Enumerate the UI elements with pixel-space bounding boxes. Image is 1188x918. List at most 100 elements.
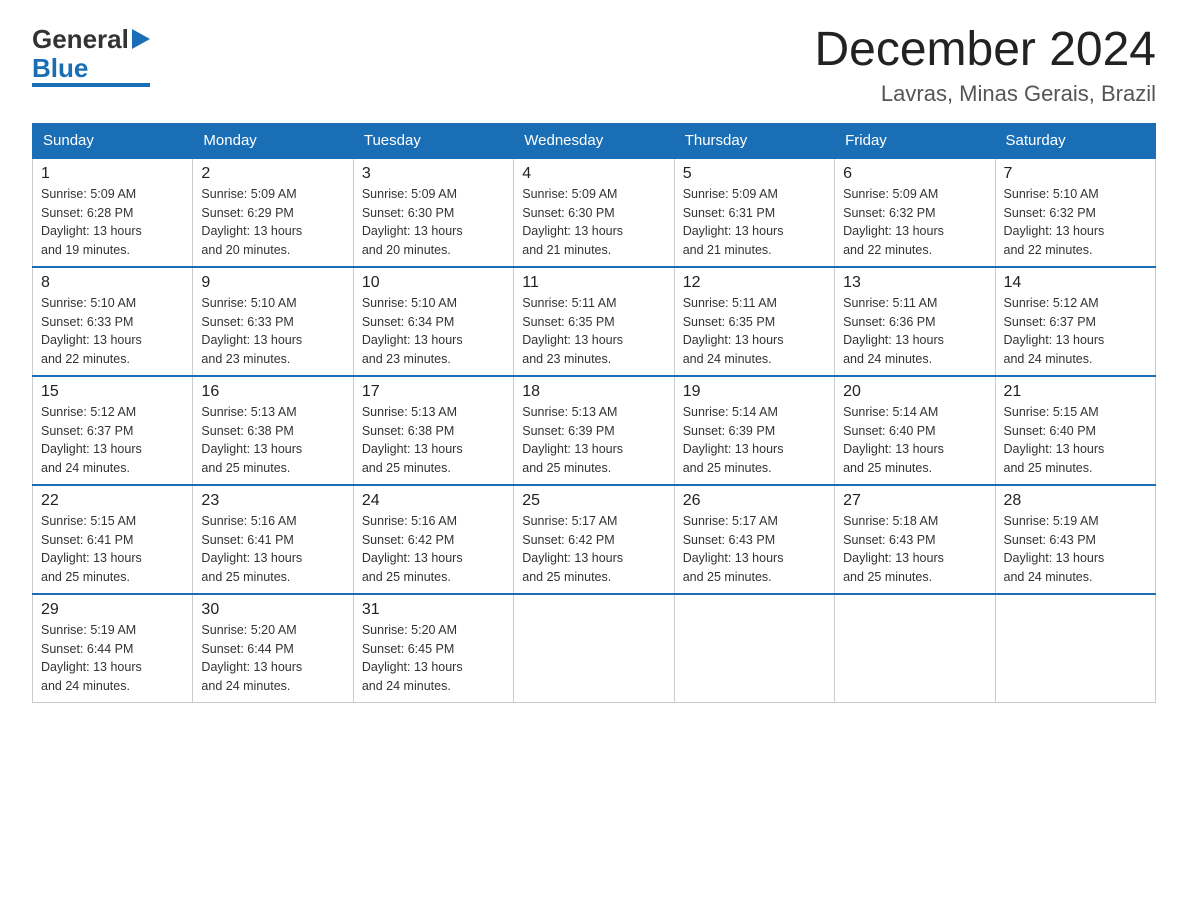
day-info: Sunrise: 5:09 AMSunset: 6:30 PMDaylight:… — [522, 185, 665, 260]
day-info: Sunrise: 5:09 AMSunset: 6:29 PMDaylight:… — [201, 185, 344, 260]
day-number: 3 — [362, 165, 505, 183]
table-row — [835, 594, 995, 703]
table-row — [674, 594, 834, 703]
table-row: 10 Sunrise: 5:10 AMSunset: 6:34 PMDaylig… — [353, 267, 513, 376]
day-info: Sunrise: 5:12 AMSunset: 6:37 PMDaylight:… — [41, 403, 184, 478]
day-number: 28 — [1004, 492, 1147, 510]
day-info: Sunrise: 5:13 AMSunset: 6:38 PMDaylight:… — [201, 403, 344, 478]
table-row: 28 Sunrise: 5:19 AMSunset: 6:43 PMDaylig… — [995, 485, 1155, 594]
table-row: 2 Sunrise: 5:09 AMSunset: 6:29 PMDayligh… — [193, 158, 353, 267]
day-info: Sunrise: 5:20 AMSunset: 6:45 PMDaylight:… — [362, 621, 505, 696]
table-row: 14 Sunrise: 5:12 AMSunset: 6:37 PMDaylig… — [995, 267, 1155, 376]
table-row — [514, 594, 674, 703]
day-info: Sunrise: 5:09 AMSunset: 6:28 PMDaylight:… — [41, 185, 184, 260]
day-number: 2 — [201, 165, 344, 183]
day-number: 16 — [201, 383, 344, 401]
table-row: 3 Sunrise: 5:09 AMSunset: 6:30 PMDayligh… — [353, 158, 513, 267]
day-number: 27 — [843, 492, 986, 510]
table-row: 17 Sunrise: 5:13 AMSunset: 6:38 PMDaylig… — [353, 376, 513, 485]
table-row: 19 Sunrise: 5:14 AMSunset: 6:39 PMDaylig… — [674, 376, 834, 485]
day-info: Sunrise: 5:20 AMSunset: 6:44 PMDaylight:… — [201, 621, 344, 696]
table-row: 9 Sunrise: 5:10 AMSunset: 6:33 PMDayligh… — [193, 267, 353, 376]
table-row: 8 Sunrise: 5:10 AMSunset: 6:33 PMDayligh… — [33, 267, 193, 376]
day-info: Sunrise: 5:19 AMSunset: 6:44 PMDaylight:… — [41, 621, 184, 696]
calendar-week-row: 15 Sunrise: 5:12 AMSunset: 6:37 PMDaylig… — [33, 376, 1156, 485]
page-subtitle: Lavras, Minas Gerais, Brazil — [814, 81, 1156, 107]
day-number: 11 — [522, 274, 665, 292]
day-info: Sunrise: 5:10 AMSunset: 6:33 PMDaylight:… — [41, 294, 184, 369]
logo-triangle-icon — [132, 29, 150, 54]
day-number: 1 — [41, 165, 184, 183]
day-info: Sunrise: 5:17 AMSunset: 6:42 PMDaylight:… — [522, 512, 665, 587]
day-number: 15 — [41, 383, 184, 401]
table-row: 30 Sunrise: 5:20 AMSunset: 6:44 PMDaylig… — [193, 594, 353, 703]
day-number: 8 — [41, 274, 184, 292]
table-row: 13 Sunrise: 5:11 AMSunset: 6:36 PMDaylig… — [835, 267, 995, 376]
col-saturday: Saturday — [995, 123, 1155, 158]
table-row: 6 Sunrise: 5:09 AMSunset: 6:32 PMDayligh… — [835, 158, 995, 267]
table-row: 12 Sunrise: 5:11 AMSunset: 6:35 PMDaylig… — [674, 267, 834, 376]
table-row: 23 Sunrise: 5:16 AMSunset: 6:41 PMDaylig… — [193, 485, 353, 594]
logo-underline — [32, 83, 150, 87]
table-row: 29 Sunrise: 5:19 AMSunset: 6:44 PMDaylig… — [33, 594, 193, 703]
table-row: 18 Sunrise: 5:13 AMSunset: 6:39 PMDaylig… — [514, 376, 674, 485]
day-number: 23 — [201, 492, 344, 510]
table-row: 31 Sunrise: 5:20 AMSunset: 6:45 PMDaylig… — [353, 594, 513, 703]
calendar-week-row: 22 Sunrise: 5:15 AMSunset: 6:41 PMDaylig… — [33, 485, 1156, 594]
col-thursday: Thursday — [674, 123, 834, 158]
page-title: December 2024 — [814, 24, 1156, 77]
col-sunday: Sunday — [33, 123, 193, 158]
day-number: 7 — [1004, 165, 1147, 183]
day-number: 26 — [683, 492, 826, 510]
day-number: 21 — [1004, 383, 1147, 401]
day-info: Sunrise: 5:16 AMSunset: 6:42 PMDaylight:… — [362, 512, 505, 587]
day-number: 30 — [201, 601, 344, 619]
table-row: 20 Sunrise: 5:14 AMSunset: 6:40 PMDaylig… — [835, 376, 995, 485]
day-info: Sunrise: 5:13 AMSunset: 6:39 PMDaylight:… — [522, 403, 665, 478]
day-info: Sunrise: 5:16 AMSunset: 6:41 PMDaylight:… — [201, 512, 344, 587]
day-number: 19 — [683, 383, 826, 401]
day-info: Sunrise: 5:14 AMSunset: 6:40 PMDaylight:… — [843, 403, 986, 478]
day-info: Sunrise: 5:14 AMSunset: 6:39 PMDaylight:… — [683, 403, 826, 478]
day-number: 18 — [522, 383, 665, 401]
col-friday: Friday — [835, 123, 995, 158]
table-row: 22 Sunrise: 5:15 AMSunset: 6:41 PMDaylig… — [33, 485, 193, 594]
day-number: 29 — [41, 601, 184, 619]
table-row: 27 Sunrise: 5:18 AMSunset: 6:43 PMDaylig… — [835, 485, 995, 594]
table-row: 1 Sunrise: 5:09 AMSunset: 6:28 PMDayligh… — [33, 158, 193, 267]
logo-text-blue: Blue — [32, 55, 88, 81]
table-row: 11 Sunrise: 5:11 AMSunset: 6:35 PMDaylig… — [514, 267, 674, 376]
day-info: Sunrise: 5:17 AMSunset: 6:43 PMDaylight:… — [683, 512, 826, 587]
day-number: 20 — [843, 383, 986, 401]
logo: General Blue — [32, 24, 150, 87]
day-number: 22 — [41, 492, 184, 510]
table-row: 15 Sunrise: 5:12 AMSunset: 6:37 PMDaylig… — [33, 376, 193, 485]
day-info: Sunrise: 5:12 AMSunset: 6:37 PMDaylight:… — [1004, 294, 1147, 369]
day-info: Sunrise: 5:19 AMSunset: 6:43 PMDaylight:… — [1004, 512, 1147, 587]
day-info: Sunrise: 5:13 AMSunset: 6:38 PMDaylight:… — [362, 403, 505, 478]
logo-text-general: General — [32, 24, 129, 55]
day-info: Sunrise: 5:09 AMSunset: 6:30 PMDaylight:… — [362, 185, 505, 260]
table-row: 7 Sunrise: 5:10 AMSunset: 6:32 PMDayligh… — [995, 158, 1155, 267]
day-number: 24 — [362, 492, 505, 510]
day-number: 12 — [683, 274, 826, 292]
day-info: Sunrise: 5:15 AMSunset: 6:41 PMDaylight:… — [41, 512, 184, 587]
day-number: 25 — [522, 492, 665, 510]
day-number: 6 — [843, 165, 986, 183]
calendar-table: Sunday Monday Tuesday Wednesday Thursday… — [32, 123, 1156, 703]
day-info: Sunrise: 5:10 AMSunset: 6:33 PMDaylight:… — [201, 294, 344, 369]
table-row: 16 Sunrise: 5:13 AMSunset: 6:38 PMDaylig… — [193, 376, 353, 485]
day-info: Sunrise: 5:15 AMSunset: 6:40 PMDaylight:… — [1004, 403, 1147, 478]
calendar-week-row: 29 Sunrise: 5:19 AMSunset: 6:44 PMDaylig… — [33, 594, 1156, 703]
table-row: 5 Sunrise: 5:09 AMSunset: 6:31 PMDayligh… — [674, 158, 834, 267]
day-info: Sunrise: 5:10 AMSunset: 6:32 PMDaylight:… — [1004, 185, 1147, 260]
table-row: 21 Sunrise: 5:15 AMSunset: 6:40 PMDaylig… — [995, 376, 1155, 485]
day-number: 4 — [522, 165, 665, 183]
table-row: 24 Sunrise: 5:16 AMSunset: 6:42 PMDaylig… — [353, 485, 513, 594]
day-info: Sunrise: 5:18 AMSunset: 6:43 PMDaylight:… — [843, 512, 986, 587]
logo-container: General Blue — [32, 24, 150, 87]
calendar-header-row: Sunday Monday Tuesday Wednesday Thursday… — [33, 123, 1156, 158]
calendar-week-row: 8 Sunrise: 5:10 AMSunset: 6:33 PMDayligh… — [33, 267, 1156, 376]
col-monday: Monday — [193, 123, 353, 158]
day-number: 14 — [1004, 274, 1147, 292]
